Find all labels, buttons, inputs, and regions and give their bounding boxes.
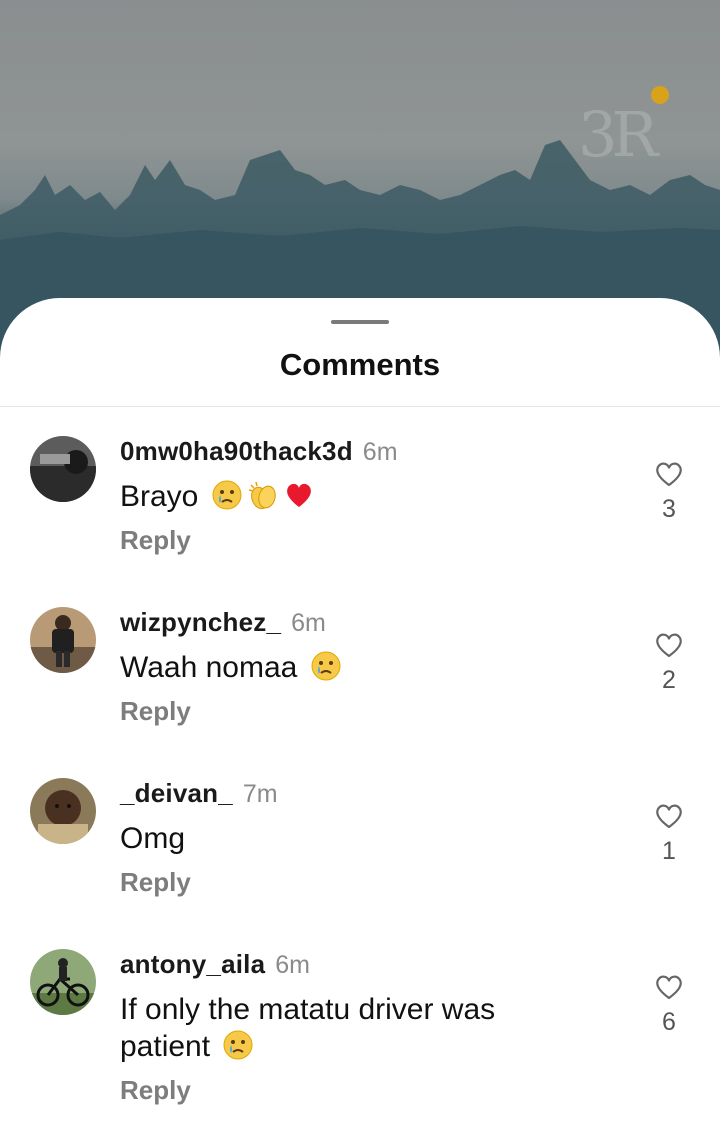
record-dot-indicator [651, 86, 669, 104]
avatar[interactable] [30, 778, 96, 844]
comment-body: Omg [120, 822, 186, 855]
sheet-title: Comments [279, 347, 441, 382]
timestamp: 7m [242, 780, 278, 808]
avatar[interactable] [30, 436, 96, 502]
comment-meta: antony_aila 6m [120, 949, 310, 980]
comment-text: Omg [120, 820, 590, 857]
comment-meta: wizpynchez_ 6m [120, 607, 326, 638]
heart-outline-icon [656, 462, 682, 487]
like-count: 2 [662, 666, 676, 694]
like-button[interactable]: 6 [648, 973, 690, 1037]
heart-outline-icon [656, 804, 682, 829]
comments-screen: 3R Comments 0mw0ha90thack3d 6m Brayo Rep… [0, 0, 720, 1131]
like-button[interactable]: 3 [648, 460, 690, 524]
reply-button[interactable]: Reply [120, 1075, 191, 1106]
comments-sheet: Comments 0mw0ha90thack3d 6m Brayo Reply … [0, 298, 720, 1131]
reply-button[interactable]: Reply [120, 696, 191, 727]
watermark-logo: 3R [578, 98, 658, 171]
comment-meta: _deivan_ 7m [120, 778, 278, 809]
comment-text: If only the matatu driver was patient [120, 991, 590, 1065]
crying-face-icon [223, 1030, 253, 1060]
reply-button[interactable]: Reply [120, 867, 191, 898]
like-button[interactable]: 2 [648, 631, 690, 695]
username[interactable]: antony_aila [120, 949, 265, 979]
crying-face-icon [311, 651, 341, 681]
avatar[interactable] [30, 949, 96, 1015]
timestamp: 6m [291, 609, 326, 637]
drag-handle[interactable] [331, 320, 389, 324]
comment-body: Waah nomaa [120, 651, 298, 684]
username[interactable]: wizpynchez_ [120, 607, 281, 637]
reply-button[interactable]: Reply [120, 525, 191, 556]
username[interactable]: 0mw0ha90thack3d [120, 436, 353, 466]
clapping-hands-icon [248, 481, 276, 510]
heart-outline-icon [656, 975, 682, 1000]
red-heart-icon [286, 483, 311, 507]
comment-text: Brayo [120, 478, 590, 515]
comment-body: Brayo [120, 480, 199, 513]
like-count: 1 [662, 837, 676, 865]
comment-text: Waah nomaa [120, 649, 590, 686]
avatar[interactable] [30, 607, 96, 673]
heart-outline-icon [656, 633, 682, 658]
like-button[interactable]: 1 [648, 802, 690, 866]
comment-body: If only the matatu driver was patient [120, 993, 496, 1063]
crying-face-icon [212, 480, 242, 510]
like-count: 6 [662, 1008, 676, 1036]
timestamp: 6m [362, 438, 398, 466]
like-count: 3 [662, 495, 676, 523]
divider [0, 406, 720, 407]
comment-meta: 0mw0ha90thack3d 6m [120, 436, 398, 467]
timestamp: 6m [275, 951, 310, 979]
username[interactable]: _deivan_ [120, 778, 233, 808]
